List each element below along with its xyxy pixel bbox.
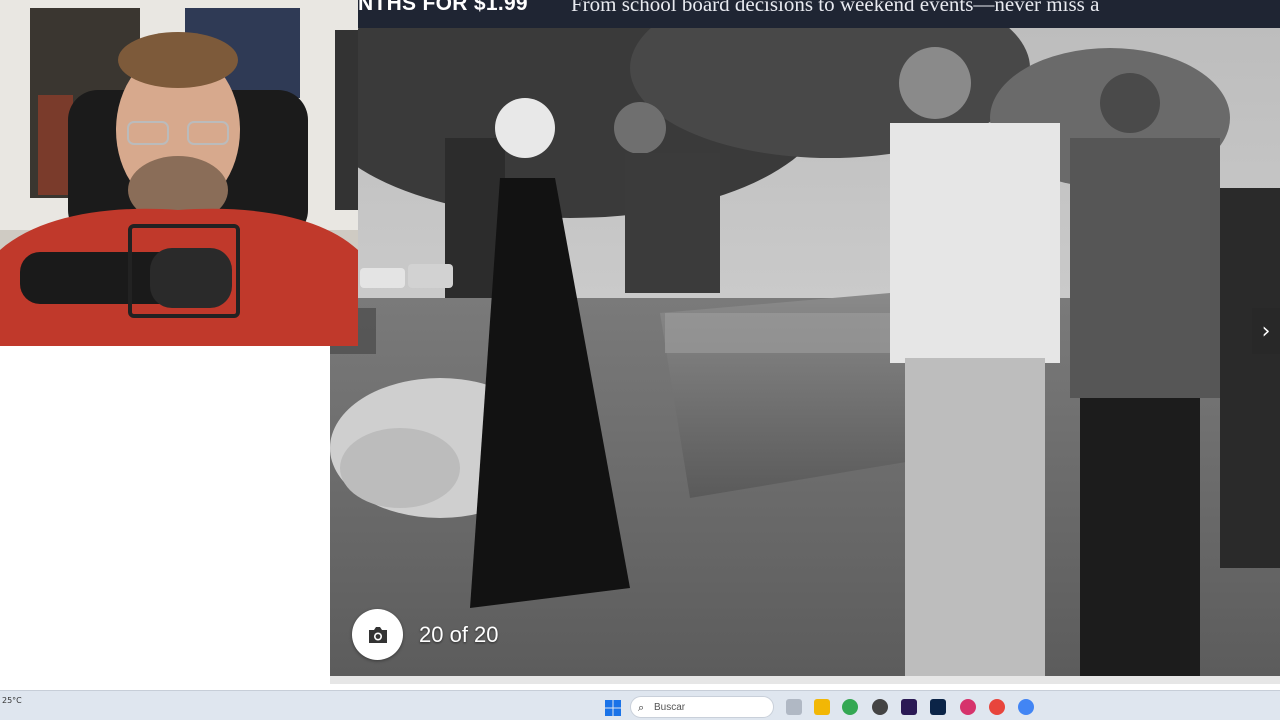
- taskbar: 25°C ⌕ Buscar: [0, 690, 1280, 720]
- gallery-photo[interactable]: [330, 28, 1280, 676]
- file-explorer-icon[interactable]: [814, 699, 830, 715]
- photoshop-icon[interactable]: [930, 699, 946, 715]
- camera-icon: [368, 626, 387, 643]
- search-placeholder: Buscar: [654, 702, 686, 713]
- chrome-profile-icon[interactable]: [1018, 699, 1034, 715]
- weather-widget[interactable]: 25°C: [2, 696, 22, 705]
- webcam-overlay: [0, 0, 358, 346]
- gallery-bottom-strip: [330, 676, 1280, 684]
- screen: NTHS FOR $1.99 From school board decisio…: [0, 0, 1280, 720]
- next-photo-button[interactable]: ›: [1252, 308, 1280, 354]
- task-view-icon[interactable]: [786, 699, 802, 715]
- photo-counter: 20 of 20: [419, 622, 499, 647]
- promo-deal-text[interactable]: NTHS FOR $1.99: [358, 0, 528, 16]
- taskbar-search-input[interactable]: ⌕ Buscar: [630, 696, 774, 718]
- chevron-right-icon: ›: [1261, 318, 1271, 344]
- promo-banner[interactable]: NTHS FOR $1.99 From school board decisio…: [330, 0, 1280, 28]
- browser-icon[interactable]: [989, 699, 1005, 715]
- promo-tagline: From school board decisions to weekend e…: [571, 0, 1100, 16]
- premiere-icon[interactable]: [901, 699, 917, 715]
- chrome-icon[interactable]: [842, 699, 858, 715]
- app-icon[interactable]: [872, 699, 888, 715]
- webcam-presenter-illustration: [0, 0, 358, 346]
- camera-button[interactable]: [352, 609, 403, 660]
- search-icon: ⌕: [638, 701, 645, 714]
- blank-side-panel: [0, 346, 330, 684]
- windows-start-icon[interactable]: [605, 700, 621, 716]
- funeral-photo-illustration: [330, 28, 1280, 676]
- media-app-icon[interactable]: [960, 699, 976, 715]
